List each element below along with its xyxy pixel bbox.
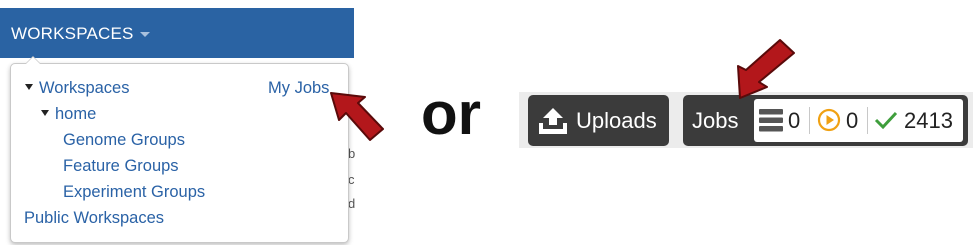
home-tree-item[interactable]: home: [41, 105, 96, 124]
or-separator-text: or: [421, 80, 481, 147]
my-jobs-link[interactable]: My Jobs: [268, 79, 329, 98]
genome-groups-link[interactable]: Genome Groups: [63, 131, 185, 150]
uploads-button[interactable]: Uploads: [528, 95, 669, 146]
workspaces-tree-item[interactable]: Workspaces: [25, 79, 129, 98]
expand-triangle-icon: [25, 83, 33, 90]
red-arrow-icon: [737, 39, 795, 99]
experiment-groups-link[interactable]: Experiment Groups: [63, 183, 205, 202]
upload-tray-icon: [539, 108, 567, 134]
partial-background-text: d: [348, 196, 356, 211]
workspaces-menu-label: WORKSPACES: [11, 24, 134, 43]
workspaces-dropdown: Workspaces My Jobs home Genome Groups Fe…: [10, 56, 349, 243]
home-label: home: [55, 105, 97, 123]
jobs-status-counts: 0 0 2413: [754, 99, 963, 142]
divider: [867, 107, 868, 134]
queued-jobs-count: 0: [788, 108, 801, 133]
workspaces-panel: WORKSPACES b c d Workspaces My Jobs home…: [0, 0, 356, 245]
dropdown-pointer: [25, 56, 41, 64]
public-workspaces-link[interactable]: Public Workspaces: [24, 209, 164, 228]
completed-jobs-count: 2413: [904, 108, 953, 133]
top-nav-bar: WORKSPACES: [0, 8, 354, 58]
partial-background-text: b: [348, 146, 356, 161]
workspaces-label: Workspaces: [39, 79, 130, 97]
red-arrow-icon: [330, 92, 384, 141]
expand-triangle-icon: [41, 109, 49, 116]
caret-down-icon: [139, 32, 150, 38]
uploads-label: Uploads: [576, 108, 657, 133]
running-jobs-count: 0: [846, 108, 859, 133]
jobs-label: Jobs: [692, 108, 739, 133]
server-stack-icon: [759, 109, 783, 132]
play-circle-icon: [817, 108, 841, 132]
workspaces-menu-button[interactable]: WORKSPACES: [11, 24, 150, 44]
divider: [809, 107, 810, 134]
feature-groups-link[interactable]: Feature Groups: [63, 157, 179, 176]
checkmark-icon: [874, 111, 898, 130]
jobs-button[interactable]: Jobs 0 0 2413: [683, 95, 968, 146]
